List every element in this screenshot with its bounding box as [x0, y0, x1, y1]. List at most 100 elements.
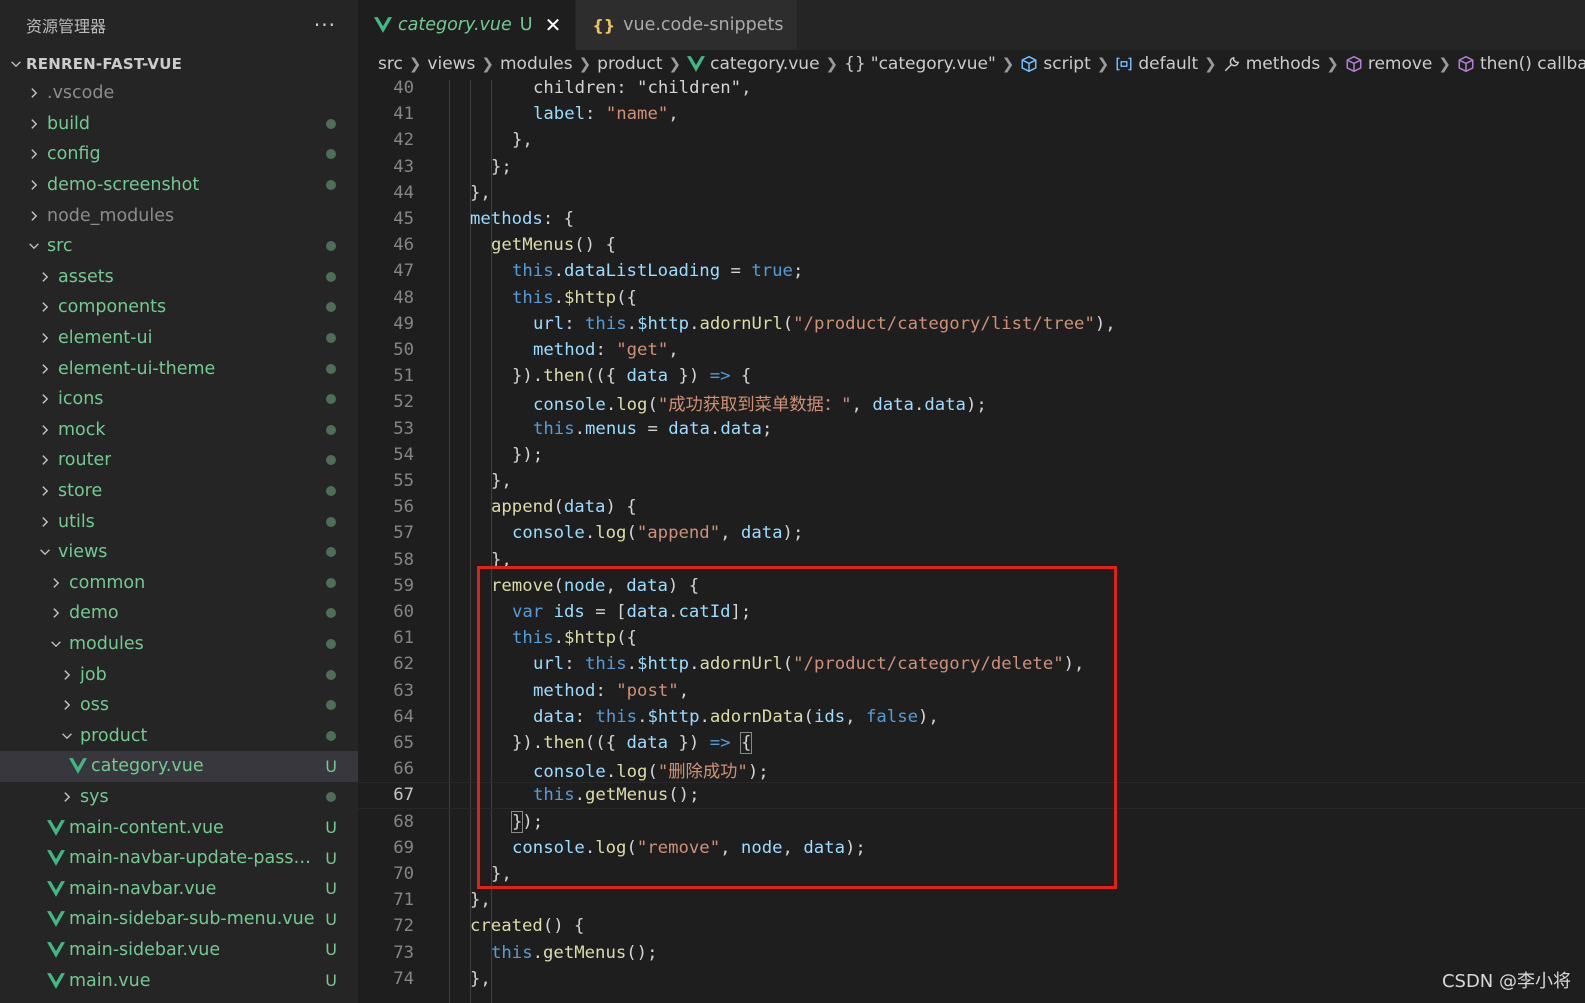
code-line[interactable]: 58}, — [358, 547, 1585, 573]
tree-folder-row[interactable]: router — [0, 445, 358, 476]
close-icon[interactable]: ✕ — [545, 15, 562, 35]
code-line[interactable]: 67 this.getMenus(); — [358, 782, 1585, 809]
code-line[interactable]: 46 getMenus() { — [358, 232, 1585, 258]
code-line[interactable]: 60 var ids = [data.catId]; — [358, 599, 1585, 625]
breadcrumb-item[interactable]: script — [1020, 54, 1091, 74]
tree-file-row[interactable]: main-navbar-update-passwo... U — [0, 843, 358, 874]
tree-folder-row[interactable]: views — [0, 537, 358, 568]
git-status-dot — [326, 241, 336, 252]
code-line[interactable]: 55}, — [358, 468, 1585, 494]
tree-item-label: mock — [58, 419, 106, 440]
breadcrumb-item[interactable]: modules — [500, 54, 573, 74]
breadcrumb-item[interactable]: {} "category.vue" — [844, 54, 996, 74]
code-line[interactable]: 68}); — [358, 809, 1585, 835]
code-line[interactable]: 74}, — [358, 966, 1585, 992]
tree-folder-row[interactable]: demo-screenshot — [0, 170, 358, 201]
tab-vue-code-snippets[interactable]: {} vue.code-snippets — [576, 0, 799, 50]
tree-folder-row[interactable]: product — [0, 720, 358, 751]
line-number: 65 — [393, 733, 414, 754]
code-line[interactable]: 71}, — [358, 887, 1585, 913]
code-line[interactable]: 44}, — [358, 180, 1585, 206]
breadcrumb-item[interactable]: then() callback — [1457, 54, 1585, 74]
breadcrumb-item[interactable]: category.vue — [687, 54, 820, 74]
git-status-dot — [326, 700, 336, 711]
tree-folder-row[interactable]: element-ui — [0, 323, 358, 354]
tree-folder-row[interactable]: node_modules — [0, 200, 358, 231]
code-line[interactable]: 51}).then(({ data }) => { — [358, 363, 1585, 389]
code-line[interactable]: 53 this.menus = data.data; — [358, 416, 1585, 442]
line-number: 56 — [393, 497, 414, 518]
tree-folder-row[interactable]: assets — [0, 262, 358, 293]
code-line[interactable]: 50 method: "get", — [358, 337, 1585, 363]
code-line[interactable]: 66 console.log("删除成功"); — [358, 756, 1585, 782]
code-line[interactable]: 49 url: this.$http.adornUrl("/product/cat… — [358, 311, 1585, 337]
tree-folder-row[interactable]: utils — [0, 506, 358, 537]
tree-folder-row[interactable]: oss — [0, 690, 358, 721]
code-editor[interactable]: 40 children: "children", 41 label: "name", 4… — [358, 80, 1585, 1003]
code-line[interactable]: 41 label: "name", — [358, 101, 1585, 127]
tree-folder-row[interactable]: modules — [0, 629, 358, 660]
breadcrumb-item[interactable]: methods — [1223, 54, 1320, 74]
breadcrumb-item[interactable]: views — [427, 54, 475, 74]
tree-folder-row[interactable]: components — [0, 292, 358, 323]
code-line[interactable]: 56 append(data) { — [358, 494, 1585, 520]
code-line[interactable]: 59 remove(node, data) { — [358, 573, 1585, 599]
tree-file-row[interactable]: main-content.vue U — [0, 812, 358, 843]
code-line[interactable]: 63 method: "post", — [358, 678, 1585, 704]
tree-folder-row[interactable]: .vscode — [0, 78, 358, 109]
code-token: $http — [647, 706, 700, 727]
tree-folder-row[interactable]: demo — [0, 598, 358, 629]
code-line[interactable]: 69 console.log("remove", node, data); — [358, 835, 1585, 861]
tab-category-vue[interactable]: category.vue U ✕ — [358, 0, 577, 50]
tree-folder-row[interactable]: icons — [0, 384, 358, 415]
code-line[interactable]: 73 this.getMenus(); — [358, 940, 1585, 966]
code-line[interactable]: 62 url: this.$http.adornUrl("/product/cat… — [358, 651, 1585, 677]
code-line[interactable]: 57 console.log("append", data); — [358, 520, 1585, 546]
code-line[interactable]: 45 methods: { — [358, 206, 1585, 232]
breadcrumb-item[interactable]: default — [1115, 54, 1198, 74]
code-line[interactable]: 52 console.log("成功获取到菜单数据：", data.data); — [358, 389, 1585, 415]
breadcrumb-item[interactable]: src — [378, 54, 403, 74]
code-line[interactable]: 64 data: this.$http.adornData(ids, false)… — [358, 704, 1585, 730]
code-line[interactable]: 72 created() { — [358, 913, 1585, 939]
code-line[interactable]: 61 this.$http({ — [358, 625, 1585, 651]
tree-item-label: category.vue — [91, 756, 204, 777]
code-token: console — [533, 761, 606, 782]
code-line[interactable]: 65}).then(({ data }) => { — [358, 730, 1585, 756]
tree-folder-row[interactable]: config — [0, 139, 358, 170]
tree-folder-row[interactable]: src — [0, 231, 358, 262]
breadcrumb-item[interactable]: remove — [1345, 54, 1432, 74]
tree-folder-row[interactable]: job — [0, 659, 358, 690]
line-number: 46 — [393, 235, 414, 256]
code-line[interactable]: 43}; — [358, 154, 1585, 180]
tree-folder-row[interactable]: build — [0, 109, 358, 140]
tree-folder-row[interactable]: store — [0, 476, 358, 507]
code-text: children: "children", — [533, 80, 752, 98]
code-token: ( — [782, 313, 794, 334]
breadcrumb-item[interactable]: product — [597, 54, 662, 74]
tree-folder-row[interactable]: common — [0, 568, 358, 599]
code-line[interactable]: 54}); — [358, 442, 1585, 468]
code-line[interactable]: 40 children: "children", — [358, 80, 1585, 101]
tree-file-row[interactable]: category.vue U — [0, 751, 358, 782]
tree-file-row[interactable]: main.vue U — [0, 965, 358, 996]
tree-folder-row[interactable]: sys — [0, 782, 358, 813]
line-number: 70 — [393, 864, 414, 885]
code-line[interactable]: 48 this.$http({ — [358, 285, 1585, 311]
chevron-right-icon — [24, 178, 44, 192]
tree-file-row[interactable]: main-sidebar.vue U — [0, 935, 358, 966]
code-line[interactable]: 47 this.dataListLoading = true; — [358, 258, 1585, 284]
more-actions-icon[interactable]: ··· — [314, 13, 336, 37]
code-token: . — [709, 418, 721, 439]
project-folder-row[interactable]: RENREN-FAST-VUE — [0, 50, 358, 78]
code-text: }, — [491, 471, 512, 491]
code-token: data — [740, 523, 783, 544]
tree-folder-row[interactable]: element-ui-theme — [0, 353, 358, 384]
code-line[interactable]: 42}, — [358, 127, 1585, 153]
git-status-dot — [326, 118, 336, 129]
tree-file-row[interactable]: main-navbar.vue U — [0, 873, 358, 904]
project-name: RENREN-FAST-VUE — [26, 55, 183, 73]
tree-file-row[interactable]: main-sidebar-sub-menu.vue U — [0, 904, 358, 935]
tree-folder-row[interactable]: mock — [0, 415, 358, 446]
code-line[interactable]: 70}, — [358, 861, 1585, 887]
